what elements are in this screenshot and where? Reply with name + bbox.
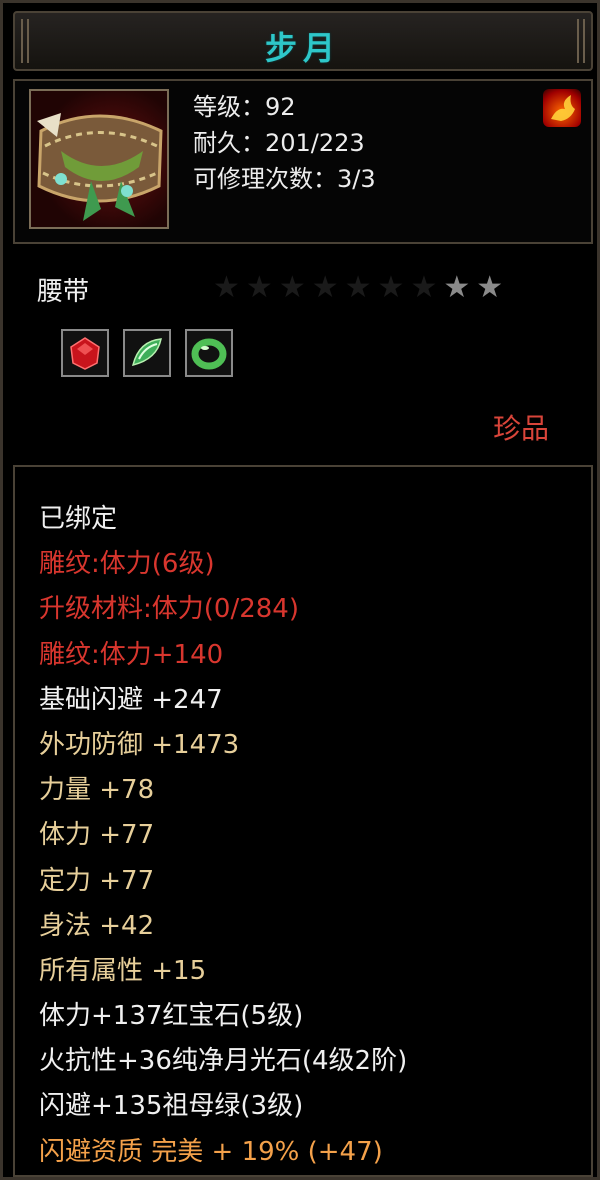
repair-count-stat: 可修理次数：3/3 [193,165,376,193]
star-icon: ★ [245,270,279,305]
attribute-line: 力量 +78 [39,775,155,806]
attribute-line: 基础闪避 +247 [39,684,223,715]
attribute-list: 已绑定 雕纹:体力(6级) 升级材料:体力(0/284) 雕纹:体力+140 基… [39,497,407,1175]
star-icon: ★ [410,270,444,305]
upgrade-material-line: 升级材料:体力(0/284) [39,594,299,625]
engraving-bonus-line: 雕纹:体力+140 [39,639,224,670]
bound-status: 已绑定 [39,504,118,534]
star-icon: ★ [213,270,246,305]
green-ring-gem-icon[interactable] [185,329,233,377]
rarity-label: 珍品 [493,412,550,445]
engraving-line: 雕纹:体力(6级) [39,549,215,580]
green-gem-icon[interactable] [123,329,171,377]
durability-stat: 耐久：201/223 [193,129,365,157]
attribute-line: 体力 +77 [39,820,155,851]
attribute-line: 身法 +42 [39,910,155,941]
item-tooltip: 步月 等级：92 耐久：201/223 可修理次数：3/3 腰带 ★★★★★★★… [0,0,600,1180]
gem-bonus-line: 闪避+135祖母绿(3级) [39,1091,304,1122]
item-header: 等级：92 耐久：201/223 可修理次数：3/3 [13,79,593,244]
level-stat: 等级：92 [193,93,296,121]
gem-bonus-line: 火抗性+36纯净月光石(4级2阶) [39,1046,408,1077]
attribute-line: 定力 +77 [39,865,155,896]
attribute-line: 所有属性 +15 [39,955,207,986]
star-icon: ★ [278,270,312,305]
star-icon: ★ [344,270,378,305]
aptitude-line: 闪避资质 完美 + 19% (+47) [39,1136,383,1167]
gem-bonus-line: 体力+137红宝石(5级) [39,1001,304,1032]
star-icon: ★ [311,270,345,305]
item-stats: 等级：92 耐久：201/223 可修理次数：3/3 [193,89,376,197]
belt-icon [29,89,169,229]
item-type: 腰带 [37,277,90,307]
attribute-line: 外功防御 +1473 [39,729,240,760]
star-rating: ★★★★★★★★★ [213,271,509,305]
star-icon: ★ [476,270,510,305]
flame-icon [543,89,581,127]
star-icon: ★ [443,270,477,305]
red-gem-icon[interactable] [61,329,109,377]
attribute-panel: 已绑定 雕纹:体力(6级) 升级材料:体力(0/284) 雕纹:体力+140 基… [13,465,593,1177]
star-icon: ★ [377,270,411,305]
title-bar: 步月 [13,11,593,71]
item-name: 步月 [264,29,341,67]
